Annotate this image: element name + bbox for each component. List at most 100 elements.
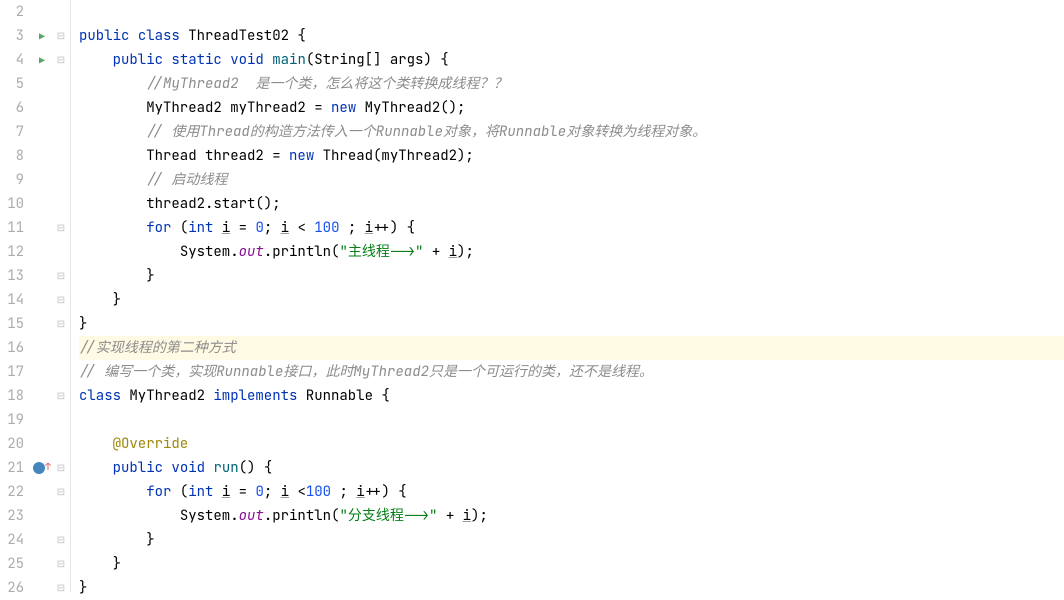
code-token: 0 xyxy=(255,483,263,501)
override-icon[interactable] xyxy=(33,462,45,474)
code-line[interactable]: public class ThreadTest02 { xyxy=(79,24,1064,48)
run-icon[interactable]: ▶ xyxy=(39,54,45,67)
code-line[interactable]: //实现线程的第二种方式 xyxy=(79,336,1064,360)
fold-toggle[interactable]: ⊟ xyxy=(52,528,70,552)
line-number[interactable]: 15 xyxy=(0,312,24,336)
line-number[interactable]: 5 xyxy=(0,72,24,96)
fold-toggle[interactable]: ⊟ xyxy=(52,264,70,288)
code-line[interactable]: //MyThread2 是一个类，怎么将这个类转换成线程？？ xyxy=(79,72,1064,96)
line-number[interactable]: 26 xyxy=(0,576,24,600)
fold-toggle xyxy=(52,192,70,216)
line-number[interactable]: 23 xyxy=(0,504,24,528)
code-line[interactable]: // 启动线程 xyxy=(79,168,1064,192)
line-number[interactable]: 6 xyxy=(0,96,24,120)
fold-minus-icon[interactable]: ⊟ xyxy=(57,293,65,306)
code-line[interactable]: } xyxy=(79,288,1064,312)
code-line[interactable]: } xyxy=(79,576,1064,600)
fold-toggle[interactable]: ⊟ xyxy=(52,552,70,576)
fold-minus-icon[interactable]: ⊟ xyxy=(57,269,65,282)
line-number[interactable]: 20 xyxy=(0,432,24,456)
gutter-icon-slot[interactable]: ▶ xyxy=(32,48,52,72)
fold-minus-icon[interactable]: ⊟ xyxy=(57,29,65,42)
gutter-icon-slot xyxy=(32,528,52,552)
fold-toggle[interactable]: ⊟ xyxy=(52,576,70,600)
fold-toggle[interactable]: ⊟ xyxy=(52,384,70,408)
code-line[interactable]: for (int i = 0; i <100 ; i++) { xyxy=(79,480,1064,504)
line-number[interactable]: 12 xyxy=(0,240,24,264)
code-line[interactable]: System.out.println("主线程-->" + i); xyxy=(79,240,1064,264)
run-icon[interactable]: ▶ xyxy=(39,30,45,43)
gutter-icon-slot[interactable]: ▶ xyxy=(32,24,52,48)
line-number[interactable]: 21 xyxy=(0,456,24,480)
line-number[interactable]: 3 xyxy=(0,24,24,48)
code-line[interactable]: class MyThread2 implements Runnable { xyxy=(79,384,1064,408)
line-number[interactable]: 25 xyxy=(0,552,24,576)
code-token: for xyxy=(146,483,171,501)
code-token: } xyxy=(146,531,154,549)
code-line[interactable]: Thread thread2 = new Thread(myThread2); xyxy=(79,144,1064,168)
line-number[interactable]: 17 xyxy=(0,360,24,384)
code-line[interactable]: @Override xyxy=(79,432,1064,456)
code-token: + xyxy=(437,507,462,525)
fold-toggle[interactable]: ⊟ xyxy=(52,456,70,480)
code-line[interactable] xyxy=(79,0,1064,24)
code-line[interactable]: MyThread2 myThread2 = new MyThread2(); xyxy=(79,96,1064,120)
line-number[interactable]: 19 xyxy=(0,408,24,432)
code-area[interactable]: public class ThreadTest02 { public stati… xyxy=(71,0,1064,592)
line-number[interactable]: 18 xyxy=(0,384,24,408)
code-line[interactable]: public void run() { xyxy=(79,456,1064,480)
fold-minus-icon[interactable]: ⊟ xyxy=(57,581,65,594)
code-token: ThreadTest02 { xyxy=(180,27,306,45)
fold-toggle xyxy=(52,504,70,528)
code-line[interactable]: } xyxy=(79,552,1064,576)
fold-toggle xyxy=(52,336,70,360)
code-token: ; xyxy=(339,219,364,237)
code-line[interactable]: } xyxy=(79,312,1064,336)
fold-minus-icon[interactable]: ⊟ xyxy=(57,485,65,498)
fold-toggle[interactable]: ⊟ xyxy=(52,48,70,72)
code-line[interactable]: thread2.start(); xyxy=(79,192,1064,216)
gutter-icon-slot xyxy=(32,336,52,360)
gutter-icon-slot xyxy=(32,240,52,264)
code-line[interactable]: } xyxy=(79,264,1064,288)
code-line[interactable]: System.out.println("分支线程-->" + i); xyxy=(79,504,1064,528)
fold-toggle[interactable]: ⊟ xyxy=(52,216,70,240)
code-token: i xyxy=(365,219,373,237)
fold-minus-icon[interactable]: ⊟ xyxy=(57,533,65,546)
fold-minus-icon[interactable]: ⊟ xyxy=(57,461,65,474)
gutter: 2345678910111213141516171819202122232425… xyxy=(0,0,71,592)
fold-minus-icon[interactable]: ⊟ xyxy=(57,557,65,570)
fold-minus-icon[interactable]: ⊟ xyxy=(57,221,65,234)
code-token: 100 xyxy=(314,219,339,237)
fold-toggle[interactable]: ⊟ xyxy=(52,24,70,48)
line-number[interactable]: 4 xyxy=(0,48,24,72)
code-token: ; xyxy=(264,219,281,237)
code-line[interactable]: // 编写一个类，实现Runnable接口，此时MyThread2只是一个可运行… xyxy=(79,360,1064,384)
code-token: ; xyxy=(264,483,281,501)
code-line[interactable]: public static void main(String[] args) { xyxy=(79,48,1064,72)
line-number[interactable]: 10 xyxy=(0,192,24,216)
gutter-icon-slot xyxy=(32,360,52,384)
fold-toggle[interactable]: ⊟ xyxy=(52,288,70,312)
code-line[interactable]: } xyxy=(79,528,1064,552)
line-number[interactable]: 8 xyxy=(0,144,24,168)
code-line[interactable]: for (int i = 0; i < 100 ; i++) { xyxy=(79,216,1064,240)
line-number[interactable]: 7 xyxy=(0,120,24,144)
code-line[interactable] xyxy=(79,408,1064,432)
fold-toggle[interactable]: ⊟ xyxy=(52,312,70,336)
line-number[interactable]: 13 xyxy=(0,264,24,288)
code-line[interactable]: // 使用Thread的构造方法传入一个Runnable对象，将Runnable… xyxy=(79,120,1064,144)
line-number[interactable]: 16 xyxy=(0,336,24,360)
fold-minus-icon[interactable]: ⊟ xyxy=(57,317,65,330)
line-number[interactable]: 2 xyxy=(0,0,24,24)
line-number[interactable]: 9 xyxy=(0,168,24,192)
line-number[interactable]: 24 xyxy=(0,528,24,552)
fold-minus-icon[interactable]: ⊟ xyxy=(57,389,65,402)
line-number[interactable]: 14 xyxy=(0,288,24,312)
gutter-icon-slot[interactable]: ↑ xyxy=(32,456,52,480)
line-number[interactable]: 22 xyxy=(0,480,24,504)
fold-toggle xyxy=(52,432,70,456)
line-number[interactable]: 11 xyxy=(0,216,24,240)
fold-minus-icon[interactable]: ⊟ xyxy=(57,53,65,66)
fold-toggle[interactable]: ⊟ xyxy=(52,480,70,504)
